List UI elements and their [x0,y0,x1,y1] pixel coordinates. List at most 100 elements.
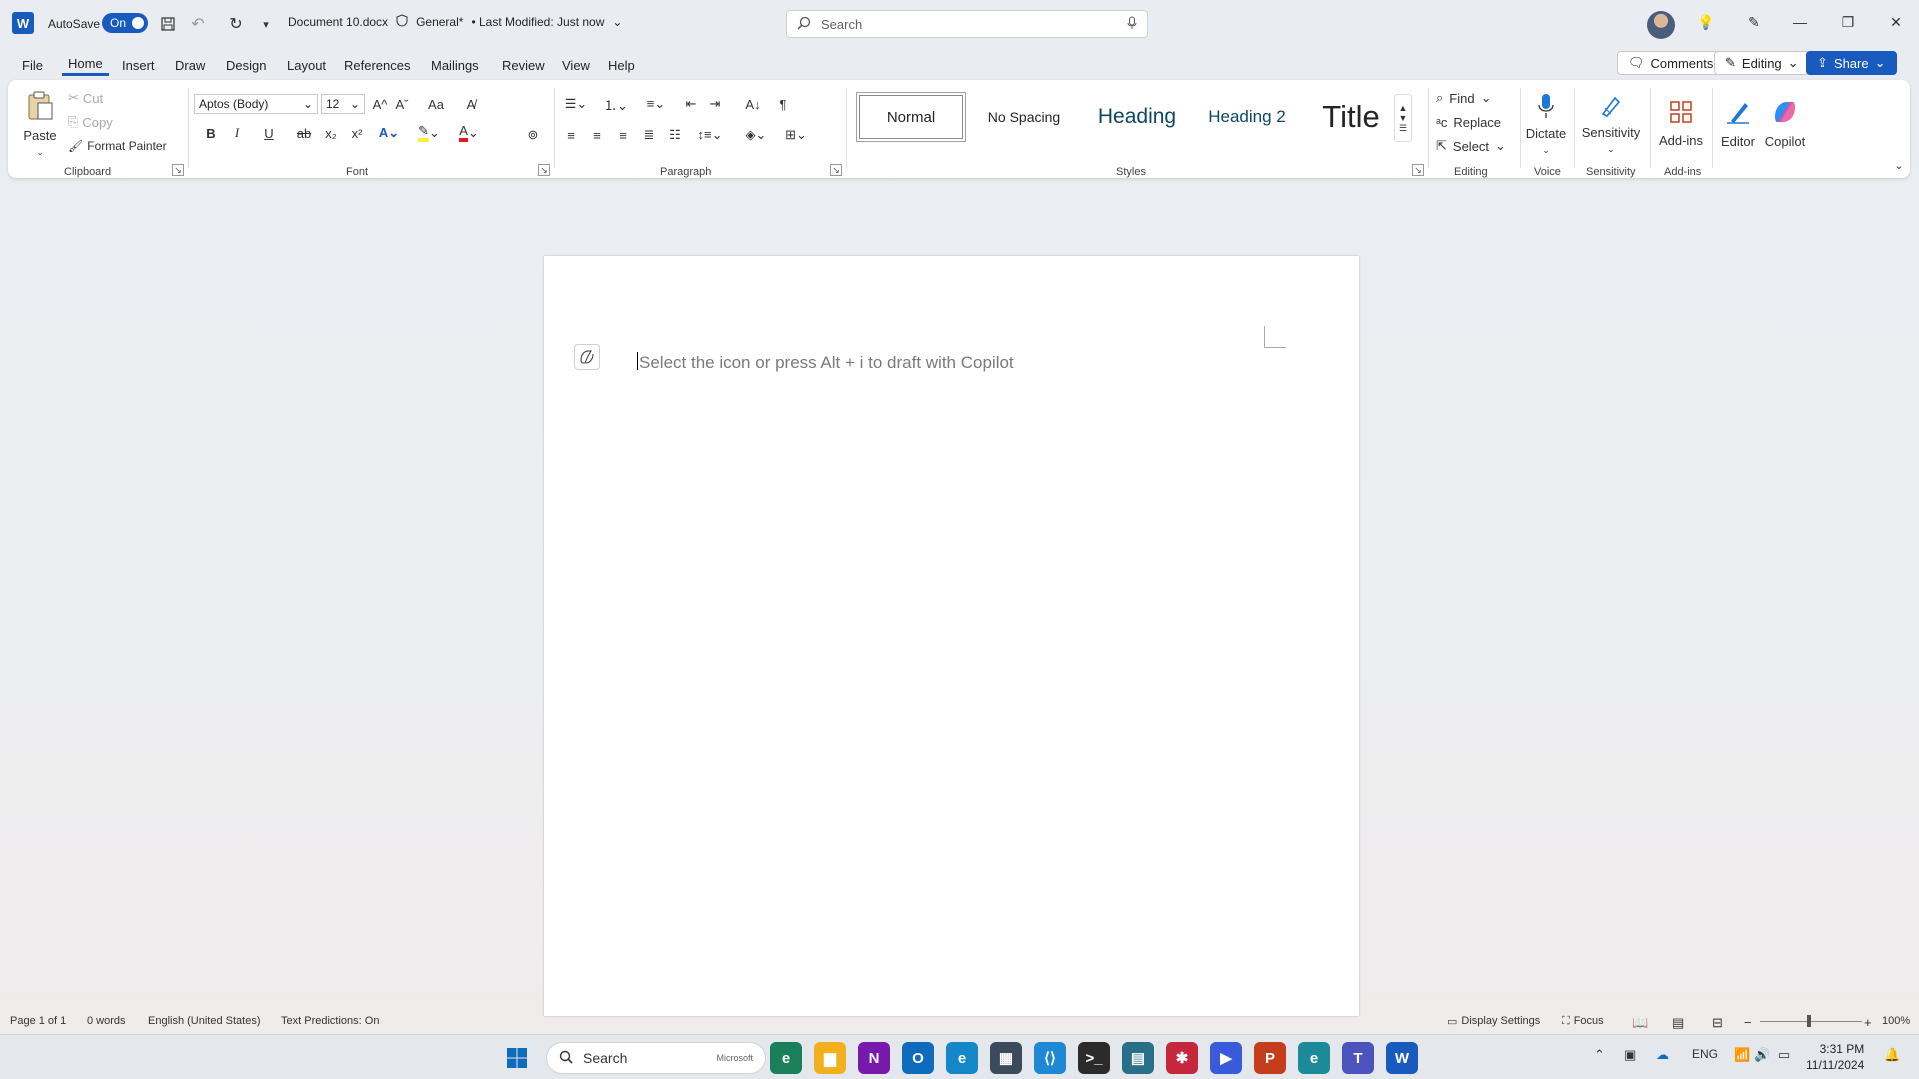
vscode-icon[interactable]: ⟨⟩ [1034,1042,1066,1074]
editor-button[interactable]: Editor [1716,88,1760,160]
outlook-icon[interactable]: O [902,1042,934,1074]
edge-dev-icon[interactable]: e [770,1042,802,1074]
tab-view[interactable]: View [556,54,596,76]
focus-button[interactable]: ⛶ Focus [1562,1015,1604,1028]
clipboard-launcher-icon[interactable]: ↘ [172,164,184,176]
font-launcher-icon[interactable]: ↘ [538,164,550,176]
share-button[interactable]: ⇪ Share ⌄ [1806,51,1897,75]
highlight-icon[interactable]: ✎ ⌄ [412,122,446,144]
style-normal[interactable]: Normal [856,92,966,142]
powerpoint-icon[interactable]: P [1254,1042,1286,1074]
search-input[interactable]: Search [786,10,1148,38]
multilevel-list-icon[interactable]: ≡⌄ [638,94,674,114]
restore-button[interactable]: ❐ [1826,6,1870,38]
pilcrow-icon[interactable]: ¶ [772,94,794,114]
zoom-level[interactable]: 100% [1882,1015,1910,1027]
sensitivity-button[interactable]: Sensitivity ⌄ [1580,88,1642,160]
tab-file[interactable]: File [16,54,49,76]
bold-button[interactable]: B [200,122,222,144]
tab-layout[interactable]: Layout [281,54,332,76]
style-no-spacing[interactable]: No Spacing [970,92,1078,142]
microphone-icon[interactable] [1127,16,1137,33]
chevron-up-icon[interactable]: ⌃ [1594,1047,1605,1063]
font-size-combo[interactable]: 12 ⌄ [321,94,365,114]
select-button[interactable]: ⇱ Select ⌄ [1436,136,1506,156]
file-explorer-icon[interactable]: ▆ [814,1042,846,1074]
distributed-icon[interactable]: ☷ [664,124,686,146]
shading-icon[interactable]: ◈⌄ [738,124,774,146]
sort-icon[interactable]: A↓ [738,94,768,114]
tab-mailings[interactable]: Mailings [425,54,485,76]
undo-icon[interactable]: ↶ [184,10,212,38]
addins-button[interactable]: Add-ins [1656,88,1706,160]
align-right-icon[interactable]: ≡ [612,124,634,146]
tray-app-icon[interactable]: ▣ [1624,1047,1636,1063]
dictate-button[interactable]: Dictate ⌄ [1522,88,1570,160]
replace-button[interactable]: ᵃc Replace [1436,112,1501,132]
justify-icon[interactable]: ≣ [638,124,660,146]
underline-button[interactable]: U [252,122,286,144]
snipping-icon[interactable]: ▦ [990,1042,1022,1074]
style-heading-2[interactable]: Heading 2 [1196,92,1298,142]
save-icon[interactable] [154,10,182,38]
page-count[interactable]: Page 1 of 1 [10,1015,66,1027]
read-mode-icon[interactable]: 📖 [1632,1015,1648,1031]
decrease-indent-icon[interactable]: ⇤ [680,94,702,114]
word-app-icon[interactable]: W [12,12,34,34]
style-heading[interactable]: Heading [1082,92,1192,142]
onedrive-icon[interactable]: ☁ [1656,1047,1669,1063]
copilot-draft-icon[interactable] [574,344,600,370]
notification-bell-icon[interactable]: 🔔 [1884,1047,1900,1063]
editing-mode-button[interactable]: ✎ Editing ⌄ [1714,51,1810,75]
font-name-combo[interactable]: Aptos (Body) ⌄ [194,94,318,114]
styles-launcher-icon[interactable]: ↘ [1412,164,1424,176]
font-color-icon[interactable]: A ⌄ [452,122,486,144]
clear-formatting-icon[interactable]: A̸ [460,94,482,114]
customize-qat-icon[interactable]: ▾ [252,10,280,38]
redo-icon[interactable]: ↻ [222,10,250,38]
display-settings-button[interactable]: ▭ Display Settings [1447,1015,1540,1028]
battery-icon[interactable]: ▭ [1778,1047,1790,1063]
align-left-icon[interactable]: ≡ [560,124,582,146]
tab-help[interactable]: Help [602,54,641,76]
wifi-icon[interactable]: 📶 [1734,1047,1750,1063]
tab-references[interactable]: References [338,54,416,76]
edge-icon[interactable]: e [946,1042,978,1074]
app-red-icon[interactable]: ✱ [1166,1042,1198,1074]
word-icon[interactable]: W [1386,1042,1418,1074]
paragraph-launcher-icon[interactable]: ↘ [830,164,842,176]
language-status[interactable]: English (United States) [148,1015,261,1027]
document-title-area[interactable]: Document 10.docx General* • Last Modifie… [288,14,622,30]
italic-button[interactable]: I [226,122,248,144]
tab-draw[interactable]: Draw [169,54,211,76]
clock[interactable]: 3:31 PM 11/11/2024 [1806,1041,1864,1073]
teams-icon[interactable]: T [1342,1042,1374,1074]
zoom-slider-thumb[interactable] [1807,1015,1811,1027]
tab-design[interactable]: Design [220,54,272,76]
styles-gallery-scroll[interactable]: ▲ ▼ ☰ [1394,94,1412,142]
subscript-button[interactable]: x₂ [320,122,342,144]
avatar[interactable] [1647,11,1675,39]
minimize-button[interactable]: — [1778,6,1822,38]
autosave-toggle[interactable]: On [102,13,148,33]
copilot-button[interactable]: Copilot [1762,88,1808,160]
language-indicator[interactable]: ENG [1692,1047,1718,1061]
tab-home[interactable]: Home [62,54,109,76]
terminal-icon[interactable]: >_ [1078,1042,1110,1074]
spacing-icon[interactable]: ⊚ [522,124,544,146]
zoom-out-button[interactable]: − [1744,1015,1752,1030]
comments-button[interactable]: 🗨 Comments [1617,51,1725,75]
borders-icon[interactable]: ⊞⌄ [778,124,814,146]
change-case-button[interactable]: Aa [420,94,452,114]
shrink-font-button[interactable]: Aˇ [392,94,412,114]
increase-indent-icon[interactable]: ⇥ [704,94,726,114]
onenote-icon[interactable]: N [858,1042,890,1074]
windows-start-icon[interactable] [501,1042,533,1074]
close-button[interactable]: ✕ [1874,6,1918,38]
tab-review[interactable]: Review [496,54,551,76]
word-count[interactable]: 0 words [87,1015,126,1027]
style-title[interactable]: Title [1302,92,1400,142]
bullets-icon[interactable]: ☰⌄ [558,94,594,114]
text-predictions-status[interactable]: Text Predictions: On [281,1015,379,1027]
pen-icon[interactable]: ✎ [1736,6,1772,38]
